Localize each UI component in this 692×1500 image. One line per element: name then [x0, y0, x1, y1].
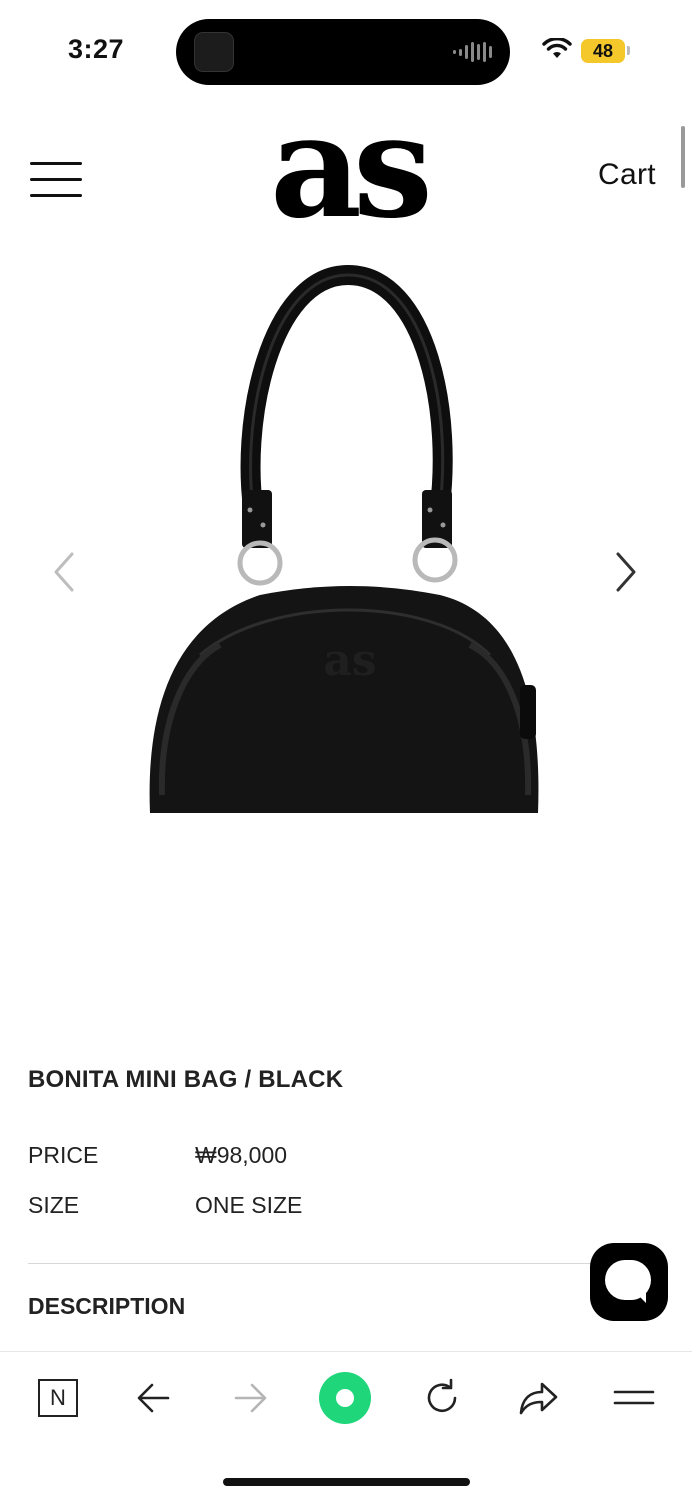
- section-divider: [28, 1263, 664, 1264]
- reload-icon[interactable]: [420, 1376, 464, 1420]
- chevron-left-icon[interactable]: [44, 548, 84, 596]
- chat-bubble-tail: [632, 1289, 646, 1303]
- home-indicator[interactable]: [223, 1478, 470, 1486]
- wifi-icon: [542, 38, 572, 58]
- description-toggle[interactable]: DESCRIPTION: [28, 1293, 185, 1320]
- brand-logo[interactable]: as: [270, 92, 433, 242]
- browser-toolbar: N: [0, 1351, 692, 1500]
- product-title: BONITA MINI BAG / BLACK: [28, 1066, 344, 1093]
- now-playing-thumbnail: [194, 32, 234, 72]
- naver-label: N: [38, 1379, 78, 1417]
- product-image: as: [149, 265, 539, 813]
- share-icon[interactable]: [516, 1376, 560, 1420]
- size-value: ONE SIZE: [195, 1192, 303, 1218]
- status-time: 3:27: [68, 34, 125, 64]
- battery-icon: 48: [581, 39, 625, 63]
- back-arrow-icon[interactable]: [132, 1376, 176, 1420]
- green-dot-home-icon[interactable]: [318, 1371, 372, 1425]
- naver-icon[interactable]: N: [36, 1376, 80, 1420]
- forward-arrow-icon[interactable]: [228, 1376, 272, 1420]
- chevron-right-icon[interactable]: [606, 548, 646, 596]
- cart-link[interactable]: Cart: [598, 158, 656, 192]
- dynamic-island: [176, 19, 510, 85]
- size-label: SIZE: [28, 1192, 80, 1218]
- svg-text:as: as: [323, 635, 376, 686]
- chat-button[interactable]: [590, 1243, 668, 1321]
- audio-wave-icon: [453, 41, 492, 63]
- green-ring: [319, 1372, 371, 1424]
- battery-cap: [627, 46, 630, 55]
- price-value: ₩98,000: [195, 1142, 288, 1168]
- scrollbar[interactable]: [681, 126, 685, 188]
- menu-icon[interactable]: [612, 1376, 656, 1420]
- hamburger-menu-icon[interactable]: [30, 160, 82, 200]
- price-label: PRICE: [28, 1142, 99, 1168]
